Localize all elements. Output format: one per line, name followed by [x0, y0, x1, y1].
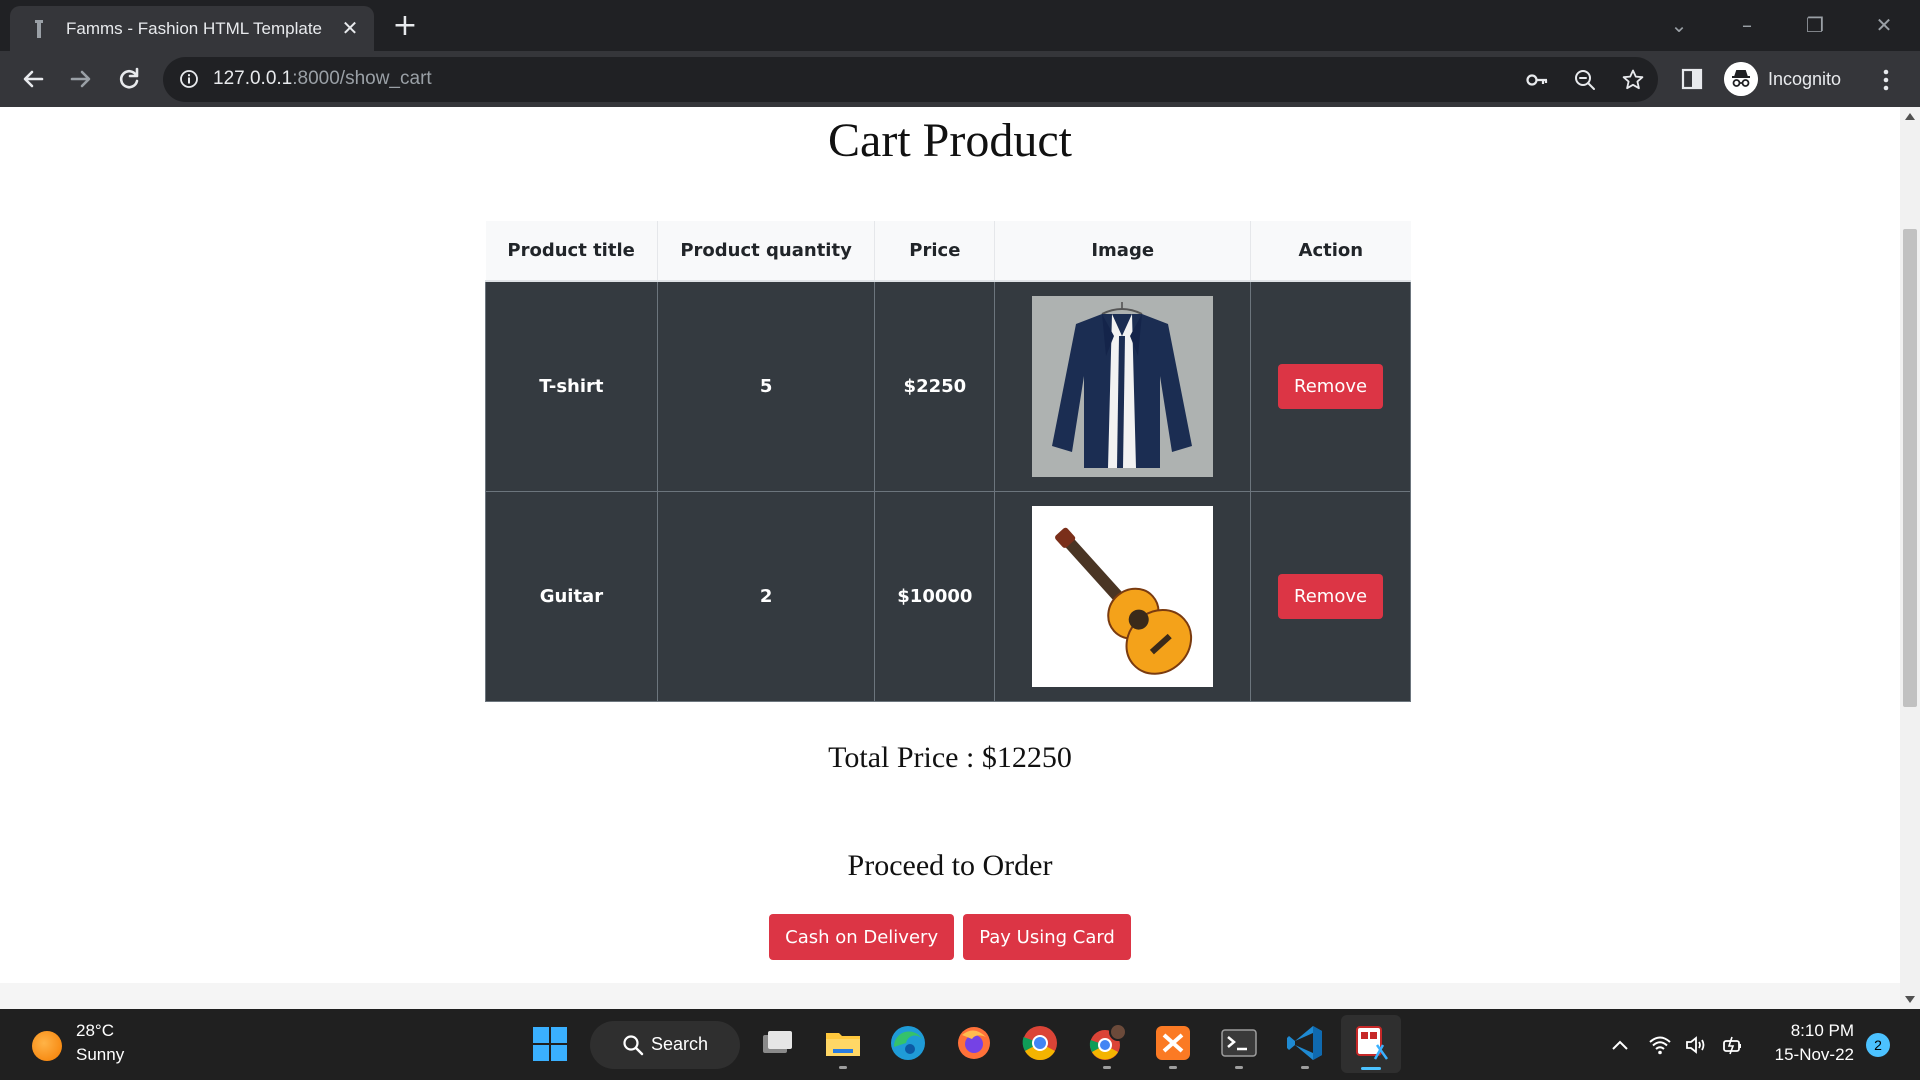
edge-browser-icon[interactable] [888, 1023, 928, 1063]
terminal-window-icon [1221, 1029, 1257, 1057]
incognito-icon [1724, 62, 1758, 96]
url-path: :8000/show_cart [292, 68, 432, 89]
payment-buttons: Cash on Delivery Pay Using Card [0, 914, 1900, 960]
wifi-icon[interactable] [1648, 1033, 1672, 1057]
restore-icon[interactable]: ❐ [1800, 10, 1830, 40]
product-price-cell: $2250 [874, 280, 996, 492]
product-title-cell: T-shirt [485, 280, 658, 492]
browser-tab[interactable]: Famms - Fashion HTML Template ✕ [10, 6, 374, 51]
forward-arrow-icon[interactable] [66, 64, 96, 94]
product-quantity-cell: 2 [656, 490, 876, 702]
firefox-icon[interactable] [954, 1023, 994, 1063]
table-row: T-shirt 5 $2250 Remove [485, 280, 1411, 492]
guitar-image [1032, 505, 1214, 687]
active-app-indicator [1361, 1067, 1381, 1070]
bookmark-star-icon[interactable] [1621, 68, 1645, 92]
close-window-icon[interactable]: ✕ [1869, 10, 1899, 40]
tab-title: Famms - Fashion HTML Template [66, 19, 323, 38]
column-header-price: Price [874, 221, 996, 282]
product-price-cell: $10000 [874, 490, 996, 702]
xampp-icon[interactable] [1153, 1023, 1193, 1069]
incognito-profile[interactable]: Incognito [1722, 60, 1856, 98]
zoom-icon[interactable] [1573, 68, 1597, 92]
vertical-scrollbar[interactable] [1900, 107, 1920, 1009]
taskbar-search-label: Search [651, 1034, 709, 1054]
close-tab-icon[interactable]: ✕ [338, 16, 362, 40]
app-running-indicator [1301, 1066, 1309, 1069]
windows-start-icon[interactable] [531, 1025, 569, 1063]
page-viewport: Cart Product Product title Product quant… [0, 107, 1900, 981]
minimize-icon[interactable]: – [1732, 10, 1762, 40]
snipping-tool-app[interactable] [1341, 1015, 1401, 1073]
app-running-indicator [839, 1066, 847, 1069]
product-title-cell: Guitar [485, 490, 658, 702]
snipping-tool-icon [1356, 1026, 1389, 1060]
site-info-icon[interactable] [179, 69, 199, 89]
vscode-logo-icon [1287, 1026, 1322, 1060]
action-cell: Remove [1250, 280, 1411, 492]
volume-icon[interactable] [1684, 1033, 1708, 1057]
shirt-image [1032, 295, 1214, 477]
weather-sun-icon[interactable] [32, 1031, 62, 1061]
remove-button[interactable]: Remove [1278, 573, 1384, 619]
column-header-image: Image [994, 221, 1252, 282]
action-cell: Remove [1250, 490, 1411, 702]
incognito-label: Incognito [1768, 69, 1842, 89]
pay-using-card-button[interactable]: Pay Using Card [963, 914, 1131, 960]
chrome-incognito-icon [1089, 1023, 1127, 1060]
clock-time[interactable]: 8:10 PM [1774, 1021, 1854, 1041]
terminal-icon[interactable] [1219, 1023, 1259, 1069]
chevron-up-icon[interactable] [1608, 1033, 1632, 1057]
table-header-row: Product title Product quantity Price Ima… [485, 221, 1411, 282]
cash-on-delivery-button[interactable]: Cash on Delivery [769, 914, 955, 960]
browser-tab-bar: Famms - Fashion HTML Template ✕ + ⌄ – ❐ … [0, 0, 1920, 51]
folder-icon [826, 1033, 860, 1056]
vscode-icon[interactable] [1285, 1023, 1325, 1069]
column-header-title: Product title [485, 221, 658, 282]
url-host: 127.0.0.1 [213, 68, 293, 89]
taskbar-search[interactable]: Search [590, 1021, 740, 1069]
page-bottom-strip [0, 983, 1900, 1009]
proceed-heading: Proceed to Order [847, 849, 1053, 882]
battery-charging-icon[interactable] [1720, 1033, 1744, 1057]
chrome-icon[interactable] [1020, 1023, 1060, 1063]
windows-taskbar: 28°C Sunny Search 8:10 PM 15-Nov-22 2 [0, 1009, 1920, 1080]
favicon-icon [35, 20, 43, 38]
remove-button[interactable]: Remove [1278, 363, 1384, 409]
app-running-indicator [1235, 1066, 1243, 1069]
key-icon[interactable] [1525, 68, 1549, 92]
notification-badge[interactable]: 2 [1866, 1033, 1890, 1057]
table-row: Guitar 2 $10000 Remove [485, 490, 1411, 702]
url-text[interactable]: 127.0.0.1:8000/show_cart [213, 68, 432, 90]
chrome-profile-icon[interactable] [1087, 1023, 1127, 1069]
product-image-cell [994, 280, 1252, 492]
new-tab-icon[interactable]: + [390, 11, 420, 41]
weather-condition[interactable]: Sunny [76, 1045, 124, 1065]
weather-temperature[interactable]: 28°C [76, 1021, 114, 1041]
xampp-logo-icon [1156, 1026, 1190, 1060]
scroll-down-arrow-icon[interactable] [1905, 996, 1915, 1003]
file-explorer-icon[interactable] [823, 1023, 863, 1069]
scrollbar-thumb[interactable] [1903, 229, 1917, 707]
task-view-icon[interactable] [757, 1023, 797, 1063]
page-title: Cart Product [828, 114, 1072, 167]
kebab-menu-icon[interactable] [1874, 65, 1898, 95]
app-running-indicator [1103, 1066, 1111, 1069]
browser-toolbar: 127.0.0.1:8000/show_cart Incognito [0, 51, 1920, 107]
column-header-quantity: Product quantity [657, 221, 876, 282]
tab-search-icon[interactable]: ⌄ [1664, 10, 1694, 40]
back-arrow-icon[interactable] [18, 64, 48, 94]
clock-date[interactable]: 15-Nov-22 [1764, 1045, 1854, 1065]
product-image-cell [994, 490, 1252, 702]
scroll-up-arrow-icon[interactable] [1905, 113, 1915, 120]
side-panel-icon[interactable] [1680, 67, 1704, 91]
reload-icon[interactable] [114, 64, 144, 94]
total-price: Total Price : $12250 [828, 741, 1072, 774]
app-running-indicator [1169, 1066, 1177, 1069]
product-quantity-cell: 5 [656, 280, 876, 492]
column-header-action: Action [1250, 221, 1411, 282]
cart-table: Product title Product quantity Price Ima… [485, 221, 1411, 702]
address-bar[interactable]: 127.0.0.1:8000/show_cart [163, 57, 1658, 102]
search-icon [623, 1035, 644, 1056]
